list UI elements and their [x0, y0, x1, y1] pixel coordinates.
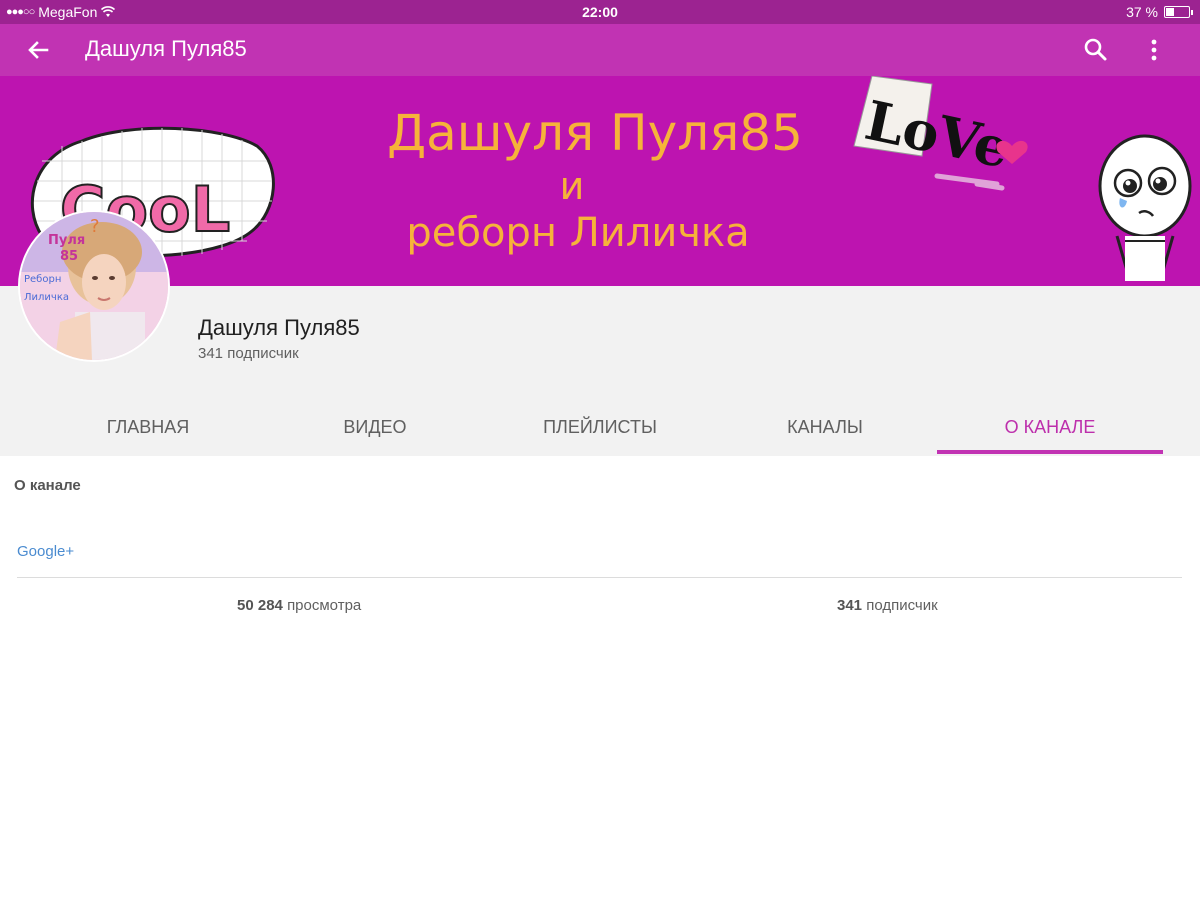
avatar-image: Пуля 85 Реборн Лиличка ?: [20, 212, 168, 360]
arrow-back-icon: [28, 41, 49, 59]
question-mark-icon: ?: [90, 216, 100, 237]
search-button[interactable]: [1082, 36, 1110, 64]
tab-playlists[interactable]: ПЛЕЙЛИСТЫ: [487, 400, 713, 454]
battery-percent: 37 %: [1126, 4, 1158, 20]
banner-title-line3: реборн Лиличка: [406, 210, 750, 256]
subs-count: 341: [837, 597, 863, 614]
more-vert-icon: [1151, 39, 1157, 61]
channel-tabs: ГЛАВНАЯ ВИДЕО ПЛЕЙЛИСТЫ КАНАЛЫ О КАНАЛЕ: [0, 400, 1200, 454]
back-button[interactable]: [24, 36, 52, 64]
tab-about[interactable]: О КАНАЛЕ: [937, 400, 1163, 454]
channel-name: Дашуля Пуля85: [198, 315, 360, 340]
views-count: 50 284: [237, 597, 283, 614]
app-bar-title: Дашуля Пуля85: [85, 36, 247, 61]
search-icon: [1084, 38, 1107, 61]
more-options-button[interactable]: [1140, 36, 1168, 64]
status-bar: ●●●○○ MegaFon 22:00 37 %: [0, 0, 1200, 24]
tab-channels[interactable]: КАНАЛЫ: [712, 400, 938, 454]
google-plus-link[interactable]: Google+: [17, 543, 74, 560]
status-right: 37 %: [1126, 4, 1193, 20]
subscribers-stat: 341 подписчик: [837, 597, 938, 614]
battery-icon: [1164, 6, 1193, 18]
channel-subscriber-count: 341 подписчик: [198, 345, 299, 362]
app-bar: Дашуля Пуля85: [0, 24, 1200, 76]
love-sticker-text: LoVe: [860, 88, 1015, 181]
tab-home[interactable]: ГЛАВНАЯ: [35, 400, 261, 454]
channel-banner: CooL Дашуля Пуля85 и реборн Лиличка LoVe: [0, 76, 1200, 286]
status-time: 22:00: [582, 4, 618, 20]
channel-avatar: Пуля 85 Реборн Лиличка ?: [18, 210, 170, 362]
meme-face-sticker: [1098, 134, 1192, 281]
avatar-text-4: Лиличка: [24, 292, 69, 303]
battery-fill: [1166, 8, 1174, 16]
avatar-text-2: 85: [60, 249, 78, 264]
avatar-text-3: Реборн: [24, 274, 61, 285]
subs-label: подписчик: [866, 597, 938, 614]
active-tab-indicator: [937, 450, 1163, 454]
views-stat: 50 284 просмотра: [237, 597, 361, 614]
views-label: просмотра: [287, 597, 362, 614]
avatar-text-1: Пуля: [48, 233, 85, 248]
tab-videos[interactable]: ВИДЕО: [262, 400, 488, 454]
divider: [17, 577, 1182, 578]
about-heading: О канале: [14, 477, 81, 494]
love-sticker: LoVe: [853, 76, 1028, 191]
